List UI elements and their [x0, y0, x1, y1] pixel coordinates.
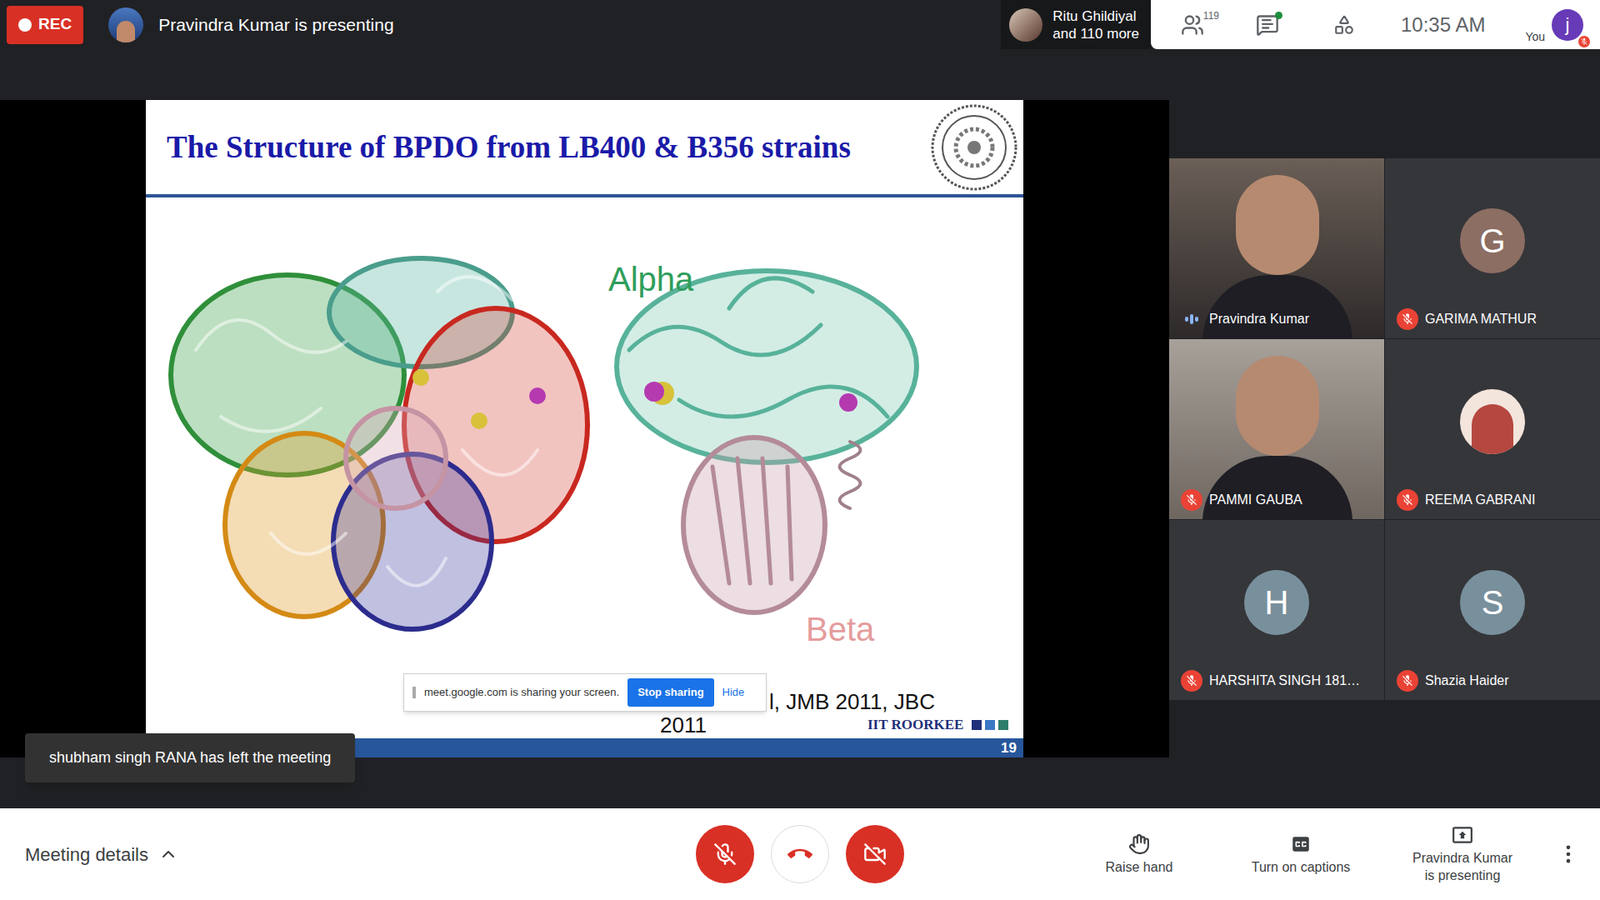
- beta-label: Beta: [805, 612, 875, 646]
- avatar: H: [1244, 570, 1310, 635]
- you-label: You: [1525, 28, 1545, 46]
- participant-name: Shazia Haider: [1425, 670, 1510, 691]
- participant-tile[interactable]: REEMA GABRANI: [1385, 339, 1600, 520]
- activities-button[interactable]: [1327, 8, 1361, 42]
- toast: shubham singh RANA has left the meeting: [25, 733, 355, 783]
- call-controls: [695, 825, 905, 884]
- participants-preview: Ritu Ghildiyaland 110 more: [1000, 0, 1151, 50]
- top-bar: REC Pravindra Kumar is presenting Ritu Ghi…: [0, 0, 1600, 50]
- meet-window: REC Pravindra Kumar is presenting Ritu Ghi…: [0, 0, 1600, 900]
- camera-off-icon: [863, 842, 887, 866]
- recording-badge: REC: [6, 5, 84, 45]
- protein-structure-figure: [145, 100, 1024, 758]
- participants-count: 119: [1203, 8, 1220, 24]
- slide-page-number: 19: [1000, 740, 1017, 755]
- you-avatar[interactable]: j: [1551, 9, 1584, 41]
- unread-dot: [1275, 11, 1283, 20]
- participant-name: PAMMI GAUBA: [1209, 490, 1303, 510]
- muted-mic-icon: [1396, 308, 1419, 330]
- action-button[interactable]: Pravindra Kumar is presenting: [1383, 824, 1542, 885]
- video-frame: [1169, 339, 1385, 520]
- hang-up-button[interactable]: [770, 825, 830, 884]
- mic-off-icon: [713, 842, 737, 866]
- participant-grid: Pravindra Kumar G GARIMA MATHUR PAMMI GAUBA…: [1169, 49, 1600, 809]
- participant-name: GARIMA MATHUR: [1425, 309, 1537, 330]
- participant-tile[interactable]: H HARSHITA SINGH 181…: [1169, 520, 1385, 700]
- action-button[interactable]: Raise hand: [1060, 833, 1219, 876]
- record-dot-icon: [18, 18, 32, 32]
- chevron-up-icon: [158, 844, 179, 865]
- speaking-indicator-icon: [1180, 308, 1203, 330]
- participant-name: Pravindra Kumar: [1209, 309, 1310, 330]
- participants-button[interactable]: 119: [1175, 8, 1210, 42]
- tile-label: Shazia Haider: [1396, 670, 1510, 692]
- hide-button[interactable]: Hide: [722, 684, 745, 701]
- screen-share-bar: meet.google.com is sharing your screen. S…: [403, 673, 767, 712]
- raise-hand-icon: [1128, 833, 1150, 855]
- brand-square-icon: [985, 720, 995, 730]
- tile-label: Pravindra Kumar: [1180, 308, 1310, 330]
- share-message: meet.google.com is sharing your screen.: [424, 684, 620, 701]
- main-area: The Structure of BPDO from LB400 & B356 …: [0, 49, 1600, 809]
- presentation-slide: The Structure of BPDO from LB400 & B356 …: [145, 100, 1024, 758]
- participant-name: HARSHITA SINGH 181…: [1209, 670, 1360, 691]
- chat-button[interactable]: [1250, 8, 1285, 42]
- mic-button[interactable]: [695, 825, 755, 884]
- stop-sharing-button[interactable]: Stop sharing: [627, 678, 714, 707]
- more-options-button[interactable]: [1545, 830, 1592, 878]
- presentation-frame: The Structure of BPDO from LB400 & B356 …: [0, 100, 1170, 758]
- drag-handle-icon[interactable]: [412, 686, 416, 699]
- tile-label: GARIMA MATHUR: [1396, 308, 1537, 330]
- participant-tile[interactable]: G GARIMA MATHUR: [1385, 158, 1600, 339]
- participant-name: REEMA GABRANI: [1425, 490, 1535, 510]
- iit-roorkee-seal-icon: [930, 103, 1019, 192]
- muted-mic-icon: [1396, 489, 1419, 511]
- footer-brand: IIT ROORKEE: [867, 717, 1009, 732]
- tile-label: REEMA GABRANI: [1396, 489, 1535, 511]
- tile-label: HARSHITA SINGH 181…: [1180, 670, 1360, 692]
- captions-icon: [1290, 833, 1312, 855]
- camera-button[interactable]: [845, 825, 905, 884]
- brand-square-icon: [998, 720, 1009, 730]
- more-icon: [1556, 842, 1580, 866]
- clock: 10:35 AM: [1400, 10, 1485, 40]
- brand-square-icon: [971, 720, 982, 730]
- slide-header-rule: [145, 194, 1024, 198]
- tile-label: PAMMI GAUBA: [1180, 489, 1303, 511]
- action-button[interactable]: Turn on captions: [1221, 833, 1380, 876]
- alpha-label: Alpha: [608, 262, 694, 296]
- presenting-text: Pravindra Kumar is presenting: [158, 11, 394, 39]
- avatar-photo: [1460, 389, 1525, 455]
- participant-thumb: [1009, 8, 1043, 42]
- activities-icon: [1333, 14, 1355, 36]
- presenter-avatar: [108, 7, 144, 43]
- top-right-panel: 119 10:35 AM Youj: [1150, 0, 1600, 50]
- bottom-bar: Meeting details Raise handTurn on caption…: [0, 808, 1600, 900]
- video-frame: [1169, 158, 1385, 339]
- avatar: G: [1460, 208, 1525, 274]
- muted-mic-icon: [1396, 670, 1419, 692]
- participant-tile[interactable]: S Shazia Haider: [1385, 520, 1600, 700]
- bottom-actions: Raise handTurn on captionsPravindra Kuma…: [1060, 824, 1600, 885]
- participant-tile[interactable]: PAMMI GAUBA: [1169, 339, 1385, 520]
- people-icon: [1180, 13, 1205, 37]
- avatar: S: [1460, 570, 1525, 635]
- presentation-area: The Structure of BPDO from LB400 & B356 …: [0, 49, 1170, 809]
- hang-up-icon: [787, 841, 813, 867]
- present-icon: [1451, 824, 1474, 846]
- slide-header: The Structure of BPDO from LB400 & B356 …: [145, 100, 1024, 195]
- meeting-details-button[interactable]: Meeting details: [25, 840, 179, 869]
- muted-mic-icon: [1180, 670, 1203, 692]
- muted-badge-icon: [1576, 34, 1592, 50]
- slide-title: The Structure of BPDO from LB400 & B356 …: [166, 124, 851, 171]
- participant-tile[interactable]: Pravindra Kumar: [1169, 158, 1385, 339]
- muted-mic-icon: [1180, 489, 1203, 511]
